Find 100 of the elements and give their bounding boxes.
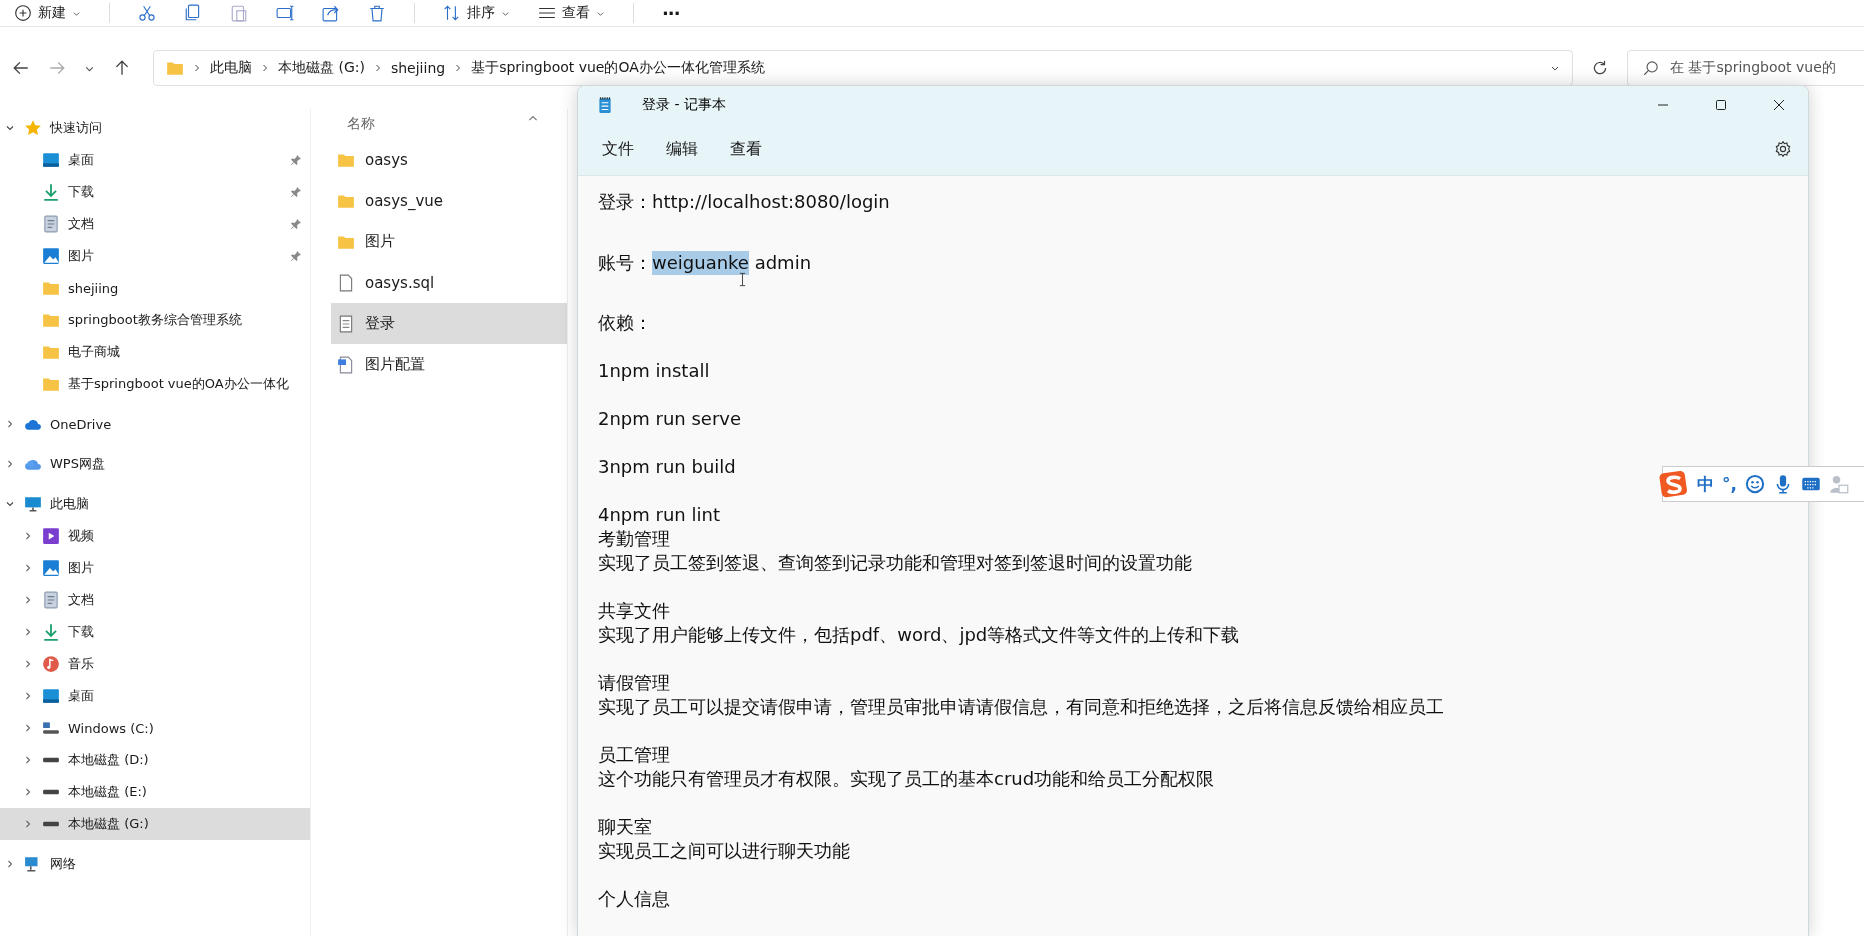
refresh-icon[interactable] — [1591, 59, 1609, 77]
file-icon — [337, 273, 355, 292]
nav-item[interactable]: 此电脑 — [0, 488, 310, 520]
nav-item[interactable]: shejiing — [0, 272, 310, 304]
nav-item[interactable]: WPS网盘 — [0, 448, 310, 480]
input-mode-toggle[interactable]: 中 — [1697, 472, 1714, 496]
nav-item[interactable]: 快速访问 — [0, 112, 310, 144]
text-span: admin — [753, 250, 812, 275]
menu-item[interactable]: 文件 — [588, 132, 648, 166]
nav-item[interactable]: 本地磁盘 (E:) — [0, 776, 310, 808]
document-icon — [42, 591, 60, 609]
column-header[interactable]: 名称 — [347, 115, 375, 133]
desktop-icon — [42, 687, 60, 705]
text-line: 个人信息 — [598, 887, 670, 911]
copy-icon[interactable] — [184, 4, 202, 22]
sort-icon — [443, 4, 461, 22]
monitor-icon — [24, 495, 42, 513]
download-icon — [42, 183, 60, 201]
menu-item[interactable]: 编辑 — [652, 132, 712, 166]
text-line: 实现了员工签到签退、查询签到记录功能和管理对签到签退时间的设置功能 — [598, 551, 1192, 575]
chevron-right-icon[interactable] — [23, 819, 33, 829]
up-arrow-icon[interactable] — [113, 59, 131, 77]
desktop-icon — [42, 151, 60, 169]
nav-item[interactable]: 视频 — [0, 520, 310, 552]
file-item[interactable]: oasys_vue — [331, 180, 567, 221]
nav-item[interactable]: 下载 — [0, 176, 310, 208]
paste-icon[interactable] — [230, 4, 248, 22]
nav-item[interactable]: 下载 — [0, 616, 310, 648]
drive-icon — [42, 719, 60, 737]
sort-button[interactable]: 排序 — [443, 4, 510, 22]
chevron-right-icon[interactable] — [23, 691, 33, 701]
text-line: 共享文件 — [598, 599, 670, 623]
text-line: 3npm run build — [598, 455, 736, 479]
text-file-icon — [337, 314, 355, 333]
chevron-down-icon[interactable] — [5, 499, 15, 509]
text-span: 账号： — [598, 250, 652, 275]
chevron-right-icon[interactable] — [23, 723, 33, 733]
chevron-right-icon[interactable] — [23, 755, 33, 765]
rename-icon[interactable] — [276, 4, 294, 22]
scissors-icon[interactable] — [138, 4, 156, 22]
nav-item[interactable]: 图片 — [0, 240, 310, 272]
nav-item[interactable]: 电子商城 — [0, 336, 310, 368]
smiley-icon[interactable] — [1744, 474, 1765, 494]
text-line: 依赖： — [598, 311, 652, 335]
nav-item[interactable]: 图片 — [0, 552, 310, 584]
nav-item[interactable]: Windows (C:) — [0, 712, 310, 744]
chevron-right-icon[interactable] — [23, 787, 33, 797]
chevron-right-icon[interactable] — [5, 459, 15, 469]
file-item[interactable]: oasys.sql — [331, 262, 567, 303]
punctuation-toggle[interactable]: °, — [1722, 474, 1737, 494]
file-item[interactable]: 图片 — [331, 221, 567, 262]
file-item[interactable]: 图片配置 — [331, 344, 567, 385]
nav-item[interactable]: 文档 — [0, 208, 310, 240]
nav-item[interactable]: 音乐 — [0, 648, 310, 680]
trash-icon[interactable] — [368, 4, 386, 22]
menu-item[interactable]: 查看 — [716, 132, 776, 166]
nav-item[interactable]: 网络 — [0, 848, 310, 880]
nav-item[interactable]: 文档 — [0, 584, 310, 616]
folder-icon — [42, 375, 60, 393]
nav-item[interactable]: 基于springboot vue的OA办公一体化 — [0, 368, 310, 400]
chevron-right-icon[interactable] — [23, 627, 33, 637]
more-button[interactable]: ··· — [662, 2, 680, 24]
file-item[interactable]: oasys — [331, 139, 567, 180]
chevron-right-icon[interactable] — [23, 531, 33, 541]
plus-icon — [14, 4, 32, 22]
breadcrumb-item[interactable]: shejiing — [390, 60, 446, 76]
folder-icon — [42, 279, 60, 297]
breadcrumb-item[interactable]: 本地磁盘 (G:) — [278, 59, 365, 77]
nav-item[interactable]: springboot教务综合管理系统 — [0, 304, 310, 336]
breadcrumb-item[interactable]: 基于springboot vue的OA办公一体化管理系统 — [471, 59, 765, 77]
settings-icon[interactable] — [1774, 140, 1792, 158]
view-button[interactable]: 查看 — [538, 4, 605, 22]
text-line: 请假管理 — [598, 671, 670, 695]
back-arrow-icon[interactable] — [12, 59, 30, 77]
nav-item[interactable]: OneDrive — [0, 408, 310, 440]
text-line: 这个功能只有管理员才有权限。实现了员工的基本crud功能和给员工分配权限 — [598, 767, 1215, 791]
star-icon — [24, 119, 42, 137]
text-line: 登录：http://localhost:8080/login — [598, 190, 890, 214]
text-line: 实现了用户能够上传文件，包括pdf、word、jpd等格式文件等文件的上传和下载 — [598, 623, 1240, 647]
text-line: 聊天室 — [598, 815, 652, 839]
chevron-down-icon[interactable] — [5, 123, 15, 133]
nav-item[interactable]: 桌面 — [0, 680, 310, 712]
chevron-right-icon[interactable] — [23, 563, 33, 573]
chevron-right-icon[interactable] — [23, 595, 33, 605]
new-button[interactable]: 新建 — [14, 4, 81, 22]
text-line: 员工管理 — [598, 743, 670, 767]
picture-icon — [42, 247, 60, 265]
breadcrumb-item[interactable]: 此电脑 — [210, 59, 252, 77]
nav-item[interactable]: 本地磁盘 (D:) — [0, 744, 310, 776]
forward-arrow-icon[interactable] — [48, 59, 66, 77]
folder-icon — [42, 311, 60, 329]
file-item[interactable]: 登录 — [331, 303, 567, 344]
share-icon[interactable] — [322, 4, 340, 22]
nav-item[interactable]: 本地磁盘 (G:) — [0, 808, 310, 840]
chevron-right-icon[interactable] — [5, 859, 15, 869]
chevron-right-icon[interactable] — [5, 419, 15, 429]
nav-item[interactable]: 桌面 — [0, 144, 310, 176]
input-method-logo-icon[interactable] — [1659, 469, 1689, 499]
chevron-right-icon[interactable] — [23, 659, 33, 669]
maximize-icon — [1715, 98, 1727, 111]
